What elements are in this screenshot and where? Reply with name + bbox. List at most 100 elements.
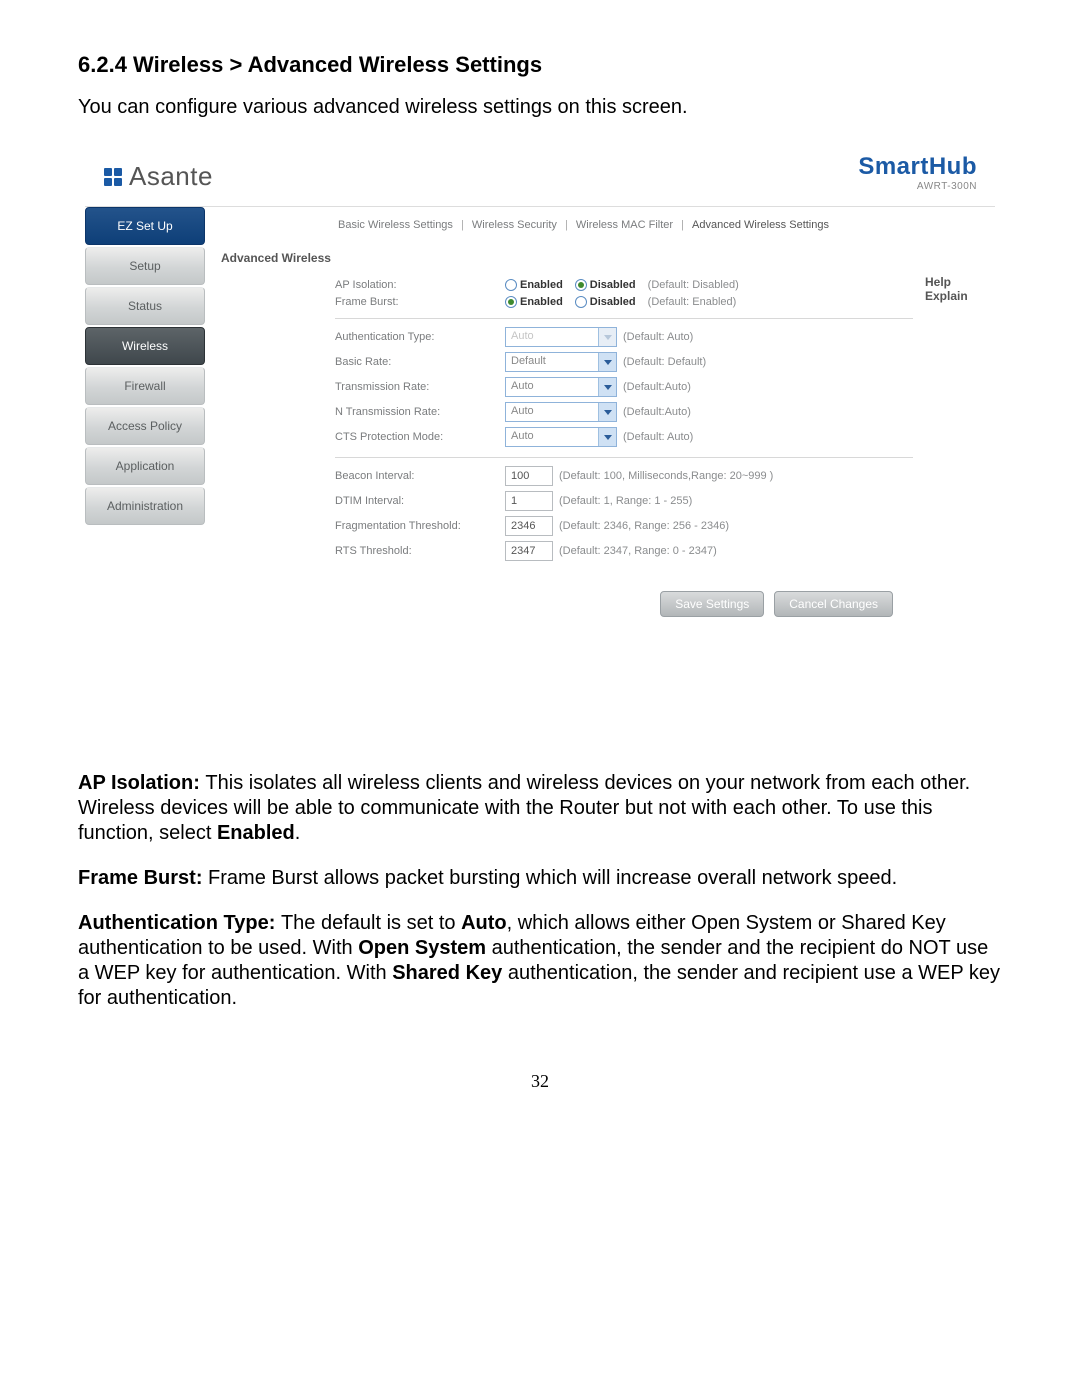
hint-ap-isolation: (Default: Disabled) — [648, 279, 739, 291]
cancel-button[interactable]: Cancel Changes — [774, 591, 893, 617]
desc-auth-d: Open System — [358, 937, 486, 959]
subnav-mac-filter[interactable]: Wireless MAC Filter — [573, 219, 676, 231]
product-name: SmartHub — [858, 153, 977, 181]
panel-section-title: Advanced Wireless — [221, 251, 913, 265]
subnav-sep: | — [679, 219, 686, 231]
subnav-basic[interactable]: Basic Wireless Settings — [335, 219, 456, 231]
help-explain-link[interactable]: Explain — [925, 289, 995, 303]
hint-frame-burst: (Default: Enabled) — [648, 296, 737, 308]
row-frame-burst: Frame Burst: Enabled Disabled — [335, 296, 913, 308]
row-frag: Fragmentation Threshold: 2346 (Default: … — [335, 516, 913, 536]
desc-auth-f: Shared Key — [392, 962, 502, 984]
desc-fb-text: Frame Burst allows packet bursting which… — [208, 867, 897, 889]
sidebar: EZ Set Up Setup Status Wireless Firewall… — [85, 207, 205, 641]
chevron-down-icon — [598, 378, 616, 396]
sidebar-item-setup[interactable]: Setup — [85, 247, 205, 285]
select-value: Auto — [506, 403, 598, 421]
select-value: Auto — [506, 378, 598, 396]
subnav-sep: | — [563, 219, 570, 231]
select-value: Auto — [506, 428, 598, 446]
section-heading: 6.2.4 Wireless > Advanced Wireless Setti… — [78, 52, 1002, 78]
page-number: 32 — [78, 1071, 1002, 1092]
desc-ap-text-c: . — [295, 822, 301, 844]
label-frame-burst: Frame Burst: — [335, 296, 505, 308]
radio-label: Disabled — [590, 279, 636, 291]
product-model: AWRT-300N — [858, 181, 977, 192]
desc-ap-text-a: This isolates all wireless clients and w… — [78, 772, 970, 844]
row-rts: RTS Threshold: 2347 (Default: 2347, Rang… — [335, 541, 913, 561]
input-rts[interactable]: 2347 — [505, 541, 553, 561]
row-auth-type: Authentication Type: Auto (Default: Auto… — [335, 327, 913, 347]
row-beacon: Beacon Interval: 100 (Default: 100, Mill… — [335, 466, 913, 486]
desc-auth-bold: Authentication Type: — [78, 912, 281, 934]
row-cts-mode: CTS Protection Mode: Auto (Default: Auto… — [335, 427, 913, 447]
radio-label: Enabled — [520, 296, 563, 308]
label-rts: RTS Threshold: — [335, 545, 505, 557]
router-panel: Asante SmartHub AWRT-300N EZ Set Up Setu… — [85, 147, 995, 641]
chevron-down-icon — [598, 328, 616, 346]
desc-ap-enabled: Enabled — [217, 822, 295, 844]
label-frag: Fragmentation Threshold: — [335, 520, 505, 532]
chevron-down-icon — [598, 403, 616, 421]
hint-tx-rate: (Default:Auto) — [623, 381, 691, 393]
sidebar-item-wireless[interactable]: Wireless — [85, 327, 205, 365]
select-n-tx-rate[interactable]: Auto — [505, 402, 617, 422]
select-auth-type[interactable]: Auto — [505, 327, 617, 347]
subnav-security[interactable]: Wireless Security — [469, 219, 560, 231]
row-dtim: DTIM Interval: 1 (Default: 1, Range: 1 -… — [335, 491, 913, 511]
sidebar-item-application[interactable]: Application — [85, 447, 205, 485]
radio-frame-burst-disabled[interactable]: Disabled — [575, 296, 636, 308]
input-dtim[interactable]: 1 — [505, 491, 553, 511]
label-cts-mode: CTS Protection Mode: — [335, 431, 505, 443]
save-button[interactable]: Save Settings — [660, 591, 764, 617]
desc-auth-b: Auto — [461, 912, 507, 934]
hint-basic-rate: (Default: Default) — [623, 356, 706, 368]
desc-ap-bold: AP Isolation: — [78, 772, 205, 794]
router-header: Asante SmartHub AWRT-300N — [85, 147, 995, 206]
intro-text: You can configure various advanced wirel… — [78, 96, 1002, 119]
radio-label: Enabled — [520, 279, 563, 291]
sidebar-item-ez-setup[interactable]: EZ Set Up — [85, 207, 205, 245]
brand-logo-icon — [103, 167, 123, 187]
sidebar-item-access-policy[interactable]: Access Policy — [85, 407, 205, 445]
input-beacon[interactable]: 100 — [505, 466, 553, 486]
hint-beacon: (Default: 100, Milliseconds,Range: 20~99… — [559, 470, 773, 482]
hint-dtim: (Default: 1, Range: 1 - 255) — [559, 495, 692, 507]
sidebar-item-firewall[interactable]: Firewall — [85, 367, 205, 405]
radio-icon — [575, 279, 587, 291]
radio-icon — [575, 296, 587, 308]
sidebar-item-status[interactable]: Status — [85, 287, 205, 325]
help-title: Help — [925, 275, 995, 289]
subnav-advanced[interactable]: Advanced Wireless Settings — [689, 219, 832, 231]
label-dtim: DTIM Interval: — [335, 495, 505, 507]
input-frag[interactable]: 2346 — [505, 516, 553, 536]
select-basic-rate[interactable]: Default — [505, 352, 617, 372]
radio-ap-isolation-enabled[interactable]: Enabled — [505, 279, 563, 291]
row-n-tx-rate: N Transmission Rate: Auto (Default:Auto) — [335, 402, 913, 422]
hint-cts-mode: (Default: Auto) — [623, 431, 693, 443]
select-value: Auto — [506, 328, 598, 346]
hint-n-tx-rate: (Default:Auto) — [623, 406, 691, 418]
radio-frame-burst-enabled[interactable]: Enabled — [505, 296, 563, 308]
sidebar-item-administration[interactable]: Administration — [85, 487, 205, 525]
label-tx-rate: Transmission Rate: — [335, 381, 505, 393]
select-cts-mode[interactable]: Auto — [505, 427, 617, 447]
row-basic-rate: Basic Rate: Default (Default: Default) — [335, 352, 913, 372]
desc-fb-bold: Frame Burst: — [78, 867, 208, 889]
label-beacon: Beacon Interval: — [335, 470, 505, 482]
brand-name: Asante — [129, 161, 213, 192]
description-block: AP Isolation: This isolates all wireless… — [78, 771, 1002, 1011]
radio-icon — [505, 296, 517, 308]
hint-auth-type: (Default: Auto) — [623, 331, 693, 343]
label-n-tx-rate: N Transmission Rate: — [335, 406, 505, 418]
radio-ap-isolation-disabled[interactable]: Disabled — [575, 279, 636, 291]
separator — [335, 457, 913, 458]
separator — [335, 318, 913, 319]
desc-auth-a: The default is set to — [281, 912, 461, 934]
row-ap-isolation: AP Isolation: Enabled Disabled — [335, 279, 913, 291]
select-tx-rate[interactable]: Auto — [505, 377, 617, 397]
radio-label: Disabled — [590, 296, 636, 308]
label-basic-rate: Basic Rate: — [335, 356, 505, 368]
row-tx-rate: Transmission Rate: Auto (Default:Auto) — [335, 377, 913, 397]
label-auth-type: Authentication Type: — [335, 331, 505, 343]
